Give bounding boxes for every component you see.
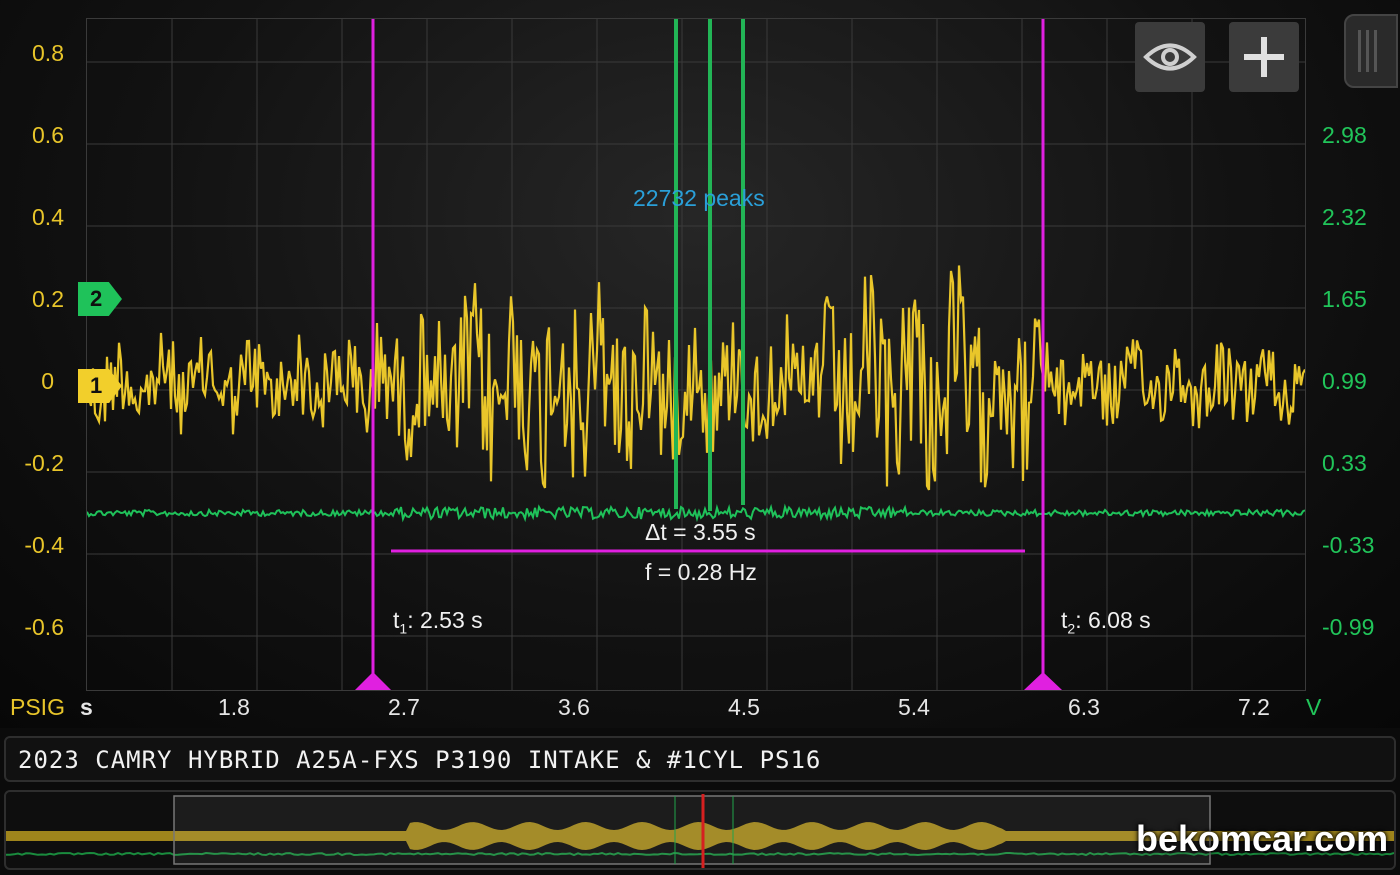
y-left-tick: 0.2 xyxy=(32,286,64,312)
cursor-t1-handle[interactable] xyxy=(355,672,391,690)
y-left-tick: 0.4 xyxy=(32,204,64,230)
y-right-tick: 2.98 xyxy=(1322,122,1367,148)
y-left-tick: -0.2 xyxy=(24,450,64,476)
frequency-label: f = 0.28 Hz xyxy=(645,559,757,585)
channel-2-waveform xyxy=(87,503,1305,523)
y-right-unit: V xyxy=(1306,694,1322,720)
view-button[interactable] xyxy=(1135,22,1205,92)
x-tick: 3.6 xyxy=(558,694,590,720)
plus-icon xyxy=(1244,37,1284,77)
y-left-unit: PSIG xyxy=(10,694,65,720)
x-tick: 6.3 xyxy=(1068,694,1100,720)
x-tick: 2.7 xyxy=(388,694,420,720)
x-tick: 7.2 xyxy=(1238,694,1270,720)
y-right-tick: -0.33 xyxy=(1322,532,1375,558)
x-tick: 4.5 xyxy=(728,694,760,720)
y-left-tick: 0.8 xyxy=(32,40,64,66)
cursor-t1-readout: t1: 2.53 s xyxy=(393,607,483,637)
recording-title-bar: 2023 CAMRY HYBRID A25A-FXS P3190 INTAKE … xyxy=(4,736,1396,782)
y-right-tick: 0.33 xyxy=(1322,450,1367,476)
x-tick: 5.4 xyxy=(898,694,930,720)
scope-view[interactable]: 0.8 0.6 0.4 0.2 0 -0.2 -0.4 -0.6 2.98 2.… xyxy=(0,0,1400,728)
y-left-tick: -0.4 xyxy=(24,532,64,558)
x-unit: s xyxy=(80,694,93,720)
y-left-tick: 0 xyxy=(41,368,54,394)
y-right-tick: 2.32 xyxy=(1322,204,1367,230)
y-left-tick: -0.6 xyxy=(24,614,64,640)
waveform-plot[interactable] xyxy=(87,19,1305,690)
eye-icon xyxy=(1143,43,1197,71)
overview-window[interactable] xyxy=(173,795,1211,865)
y-right-tick: 1.65 xyxy=(1322,286,1367,312)
add-button[interactable] xyxy=(1229,22,1299,92)
y-left-tick: 0.6 xyxy=(32,122,64,148)
y-right-tick: -0.99 xyxy=(1322,614,1375,640)
delta-t-label: Δt = 3.55 s xyxy=(645,519,756,545)
plot-area[interactable]: 22732 peaks Δt = 3.55 s f = 0.28 Hz t1: … xyxy=(86,18,1306,691)
y-right-tick: 0.99 xyxy=(1322,368,1367,394)
recording-title: 2023 CAMRY HYBRID A25A-FXS P3190 INTAKE … xyxy=(18,746,822,774)
x-tick: 1.8 xyxy=(218,694,250,720)
peaks-label: 22732 peaks xyxy=(633,185,765,211)
channel-1-waveform xyxy=(87,265,1305,491)
cursor-t2-handle[interactable] xyxy=(1024,672,1062,690)
cursor-t2-readout: t2: 6.08 s xyxy=(1061,607,1151,637)
side-panel-handle[interactable] xyxy=(1344,14,1398,88)
watermark: bekomcar.com xyxy=(1136,818,1389,859)
